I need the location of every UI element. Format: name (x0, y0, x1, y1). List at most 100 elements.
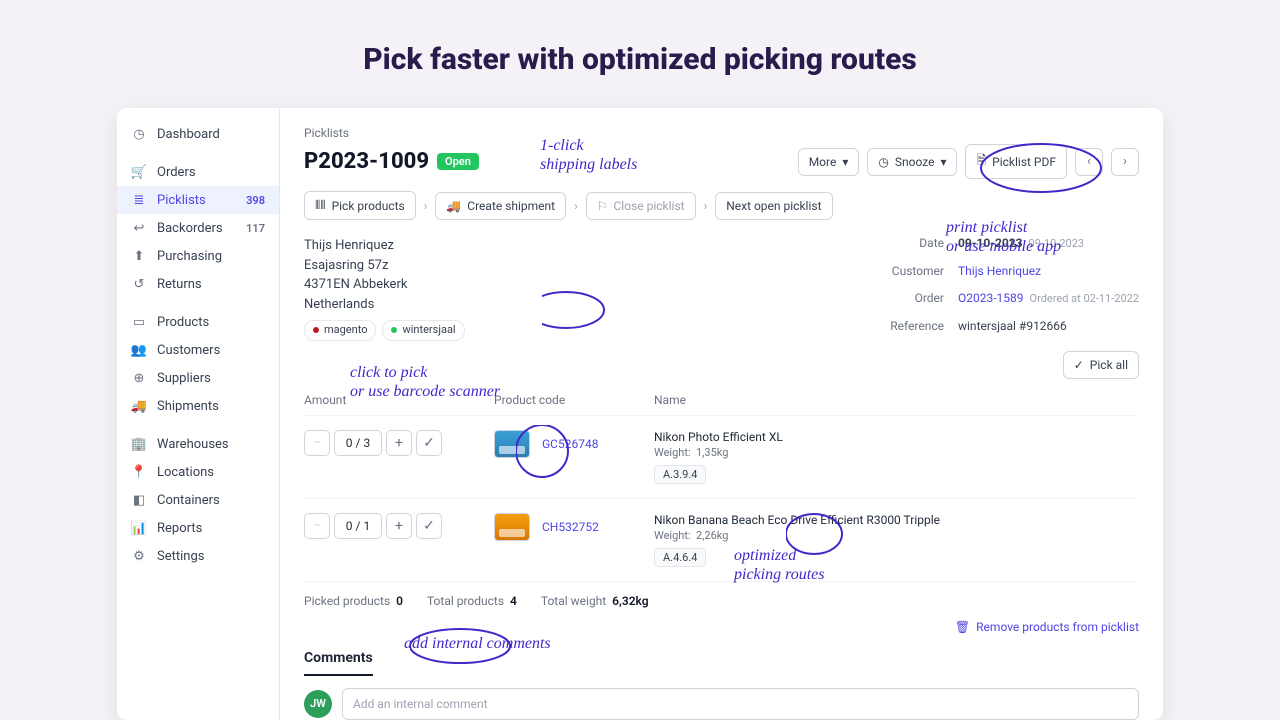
tag-wintersjaal[interactable]: wintersjaal (382, 320, 464, 341)
location-badge: A.4.6.4 (654, 548, 706, 567)
sidebar-item-suppliers[interactable]: ⊕Suppliers (117, 364, 279, 392)
confirm-pick-button[interactable]: ✓ (416, 430, 442, 456)
cart-icon: 🛒 (131, 164, 147, 180)
dot-icon (313, 327, 319, 333)
sidebar-item-warehouses[interactable]: 🏢Warehouses (117, 430, 279, 458)
more-button[interactable]: More ▾ (798, 148, 860, 176)
totals-value: 0 (396, 594, 403, 608)
sidebar-item-settings[interactable]: ⚙ Settings (117, 542, 279, 570)
truck-icon: 🚚 (131, 398, 147, 414)
return-icon: ↺ (131, 276, 147, 292)
snooze-button[interactable]: ◷ Snooze ▾ (867, 148, 957, 176)
totals-label: Total products (427, 594, 504, 608)
product-name: Nikon Banana Beach Eco Drive Efficient R… (654, 513, 1139, 527)
globe-icon: ⊕ (131, 370, 147, 386)
order-link[interactable]: O2023-1589 (958, 291, 1024, 305)
decrement-button[interactable]: − (304, 513, 330, 539)
nav-badge: 398 (246, 194, 265, 207)
clock-icon: ◷ (878, 155, 888, 169)
tag-magento[interactable]: magento (304, 320, 376, 341)
barcode-icon: ⦀⦀ (315, 198, 326, 213)
meta-label: Customer (890, 264, 944, 286)
totals-value: 6,32kg (612, 594, 648, 608)
close-picklist-step[interactable]: ⚐ Close picklist (586, 192, 696, 220)
gear-icon: ⚙ (131, 548, 147, 564)
shipping-address: Thijs Henriquez Esajasring 57z 4371EN Ab… (304, 236, 465, 341)
marketing-headline: Pick faster with optimized picking route… (0, 42, 1280, 77)
snooze-label: Snooze (895, 155, 935, 169)
sidebar-item-returns[interactable]: ↺Returns (117, 270, 279, 298)
breadcrumb[interactable]: Picklists (304, 126, 1139, 140)
picklist-meta: Date 09-10-2023 09-10-2023 Customer Thijs… (890, 236, 1139, 341)
picklist-pdf-button[interactable]: 🗎 Picklist PDF (965, 144, 1067, 179)
sidebar-item-dashboard[interactable]: ◷Dashboard (117, 120, 279, 148)
chevron-right-icon: › (572, 199, 580, 213)
decrement-button[interactable]: − (304, 430, 330, 456)
table-row: − 0 / 1 + ✓ CH532752 Nikon Banana Beach … (304, 499, 1139, 582)
app-window: ◷Dashboard🛒Orders≣Picklists398↩Backorder… (117, 108, 1163, 720)
chevron-right-icon: › (702, 199, 710, 213)
product-code-link[interactable]: CH532752 (542, 520, 599, 534)
totals-label: Total weight (541, 594, 606, 608)
address-name: Thijs Henriquez (304, 236, 465, 256)
nav-label: Purchasing (157, 249, 222, 264)
totals-label: Picked products (304, 594, 390, 608)
create-shipment-step[interactable]: 🚚 Create shipment (435, 192, 566, 220)
pick-all-label: Pick all (1090, 358, 1128, 372)
nav-label: Settings (157, 549, 204, 564)
customer-link[interactable]: Thijs Henriquez (958, 264, 1139, 286)
sidebar-item-backorders[interactable]: ↩Backorders117 (117, 214, 279, 242)
chevron-right-icon: › (422, 199, 430, 213)
chart-icon: 📊 (131, 520, 147, 536)
nav-label: Shipments (157, 399, 219, 414)
increment-button[interactable]: + (386, 430, 412, 456)
main-content: Picklists P2023-1009 Open More ▾ ◷ Snooz… (280, 108, 1163, 720)
status-badge: Open (437, 153, 479, 170)
avatar: JW (304, 690, 332, 718)
confirm-pick-button[interactable]: ✓ (416, 513, 442, 539)
check-icon: ✓ (1074, 358, 1084, 372)
pick-products-step[interactable]: ⦀⦀ Pick products (304, 191, 416, 220)
sidebar-item-shipments[interactable]: 🚚 Shipments (117, 392, 279, 420)
increment-button[interactable]: + (386, 513, 412, 539)
sidebar-item-reports[interactable]: 📊Reports (117, 514, 279, 542)
nav-label: Containers (157, 493, 220, 508)
nav-badge: 117 (246, 222, 265, 235)
meta-label: Date (890, 236, 944, 258)
sidebar: ◷Dashboard 🛒Orders≣Picklists398↩Backorder… (117, 108, 280, 720)
quantity-value: 0 / 1 (334, 513, 382, 539)
sidebar-item-picklists[interactable]: ≣Picklists398 (117, 186, 279, 214)
back-icon: ↩ (131, 220, 147, 236)
totals-value: 4 (510, 594, 517, 608)
sidebar-item-locations[interactable]: 📍Locations (117, 458, 279, 486)
page-title: P2023-1009 (304, 149, 429, 174)
box-icon: ▭ (131, 314, 147, 330)
document-icon: 🗎 (976, 151, 986, 172)
building-icon: 🏢 (131, 436, 147, 452)
tag-label: magento (324, 322, 367, 339)
trash-icon: 🗑 (955, 620, 970, 634)
comment-input[interactable]: Add an internal comment (342, 688, 1139, 720)
sidebar-item-purchasing[interactable]: ⬆Purchasing (117, 242, 279, 270)
list-icon: ≣ (131, 192, 147, 208)
totals-row: Picked products 0 Total products 4 Total… (304, 582, 1139, 620)
step-label: Next open picklist (726, 199, 821, 213)
chevron-down-icon: ▾ (940, 155, 946, 169)
meta-date-sub: 09-10-2023 (1029, 237, 1085, 250)
meta-label: Reference (890, 319, 944, 341)
sidebar-item-customers[interactable]: 👥Customers (117, 336, 279, 364)
product-thumbnail (494, 430, 530, 458)
sidebar-item-containers[interactable]: ◧Containers (117, 486, 279, 514)
product-code-link[interactable]: GC526748 (542, 437, 598, 451)
comments-tab[interactable]: Comments (304, 642, 373, 676)
pick-all-button[interactable]: ✓ Pick all (1063, 351, 1139, 379)
meta-date: 09-10-2023 (958, 236, 1023, 250)
next-picklist-button[interactable]: › (1111, 148, 1139, 176)
sidebar-item-products[interactable]: ▭Products (117, 308, 279, 336)
prev-picklist-button[interactable]: ‹ (1075, 148, 1103, 176)
step-bar: ⦀⦀ Pick products › 🚚 Create shipment › ⚐… (304, 191, 1139, 220)
remove-products-link[interactable]: 🗑 Remove products from picklist (955, 620, 1139, 634)
nav-label: Dashboard (157, 127, 220, 142)
next-open-picklist-step[interactable]: Next open picklist (715, 192, 832, 220)
sidebar-item-orders[interactable]: 🛒Orders (117, 158, 279, 186)
